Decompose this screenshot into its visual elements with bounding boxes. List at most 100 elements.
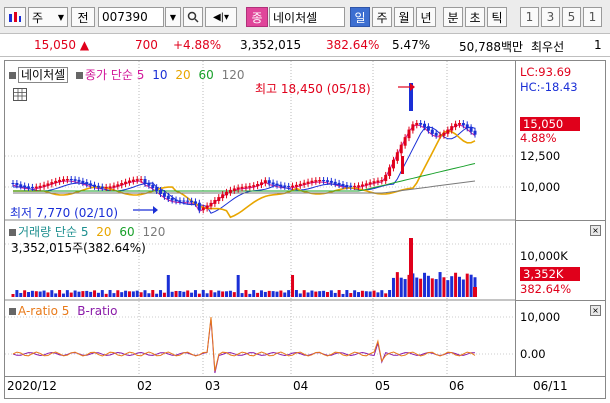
candle-body [93, 184, 97, 187]
candle-body [368, 182, 372, 185]
legend-square-icon [76, 72, 83, 79]
close-ratio-panel-icon[interactable]: × [590, 305, 601, 316]
period-second-button[interactable]: 초 [465, 7, 485, 27]
legend-ma10[interactable]: 10 [152, 68, 167, 82]
legend-volume-ma5[interactable]: 거래량 단순 5 [18, 225, 88, 239]
legend-a-ratio[interactable]: A-ratio 5 [18, 304, 69, 318]
table-icon[interactable] [13, 88, 27, 101]
legend-ma20[interactable]: 20 [175, 68, 190, 82]
candle-body [221, 194, 225, 199]
candle-body [15, 183, 19, 186]
x-label-2020-12: 2020/12 [7, 379, 57, 393]
price-change-pct: +4.88% [173, 38, 222, 52]
candle-body [27, 186, 31, 188]
legend-square-icon [9, 72, 16, 79]
volume-bar [434, 279, 438, 297]
market-mode-button[interactable]: 전 [71, 7, 95, 27]
candle-body [322, 180, 326, 182]
volume-bar [364, 291, 368, 297]
interval-1-button[interactable]: 1 [520, 7, 539, 27]
period-month-button[interactable]: 월 [394, 7, 414, 27]
volume-bar [127, 291, 131, 297]
candle-body [46, 183, 50, 186]
volume-bar [34, 291, 38, 297]
stock-name-field[interactable]: 네이처셀 [269, 7, 345, 27]
interval-3-button[interactable]: 3 [541, 7, 560, 27]
volume-bar [221, 291, 225, 297]
legend-volume-ma60[interactable]: 60 [119, 225, 134, 239]
a-ratio-line [12, 316, 476, 372]
candle-body [465, 124, 469, 129]
volume-bar [322, 290, 326, 297]
price-legend: 네이처셀 종가 단순 5 10 20 60 120 [9, 66, 245, 83]
candle-body [384, 174, 388, 182]
volume-bar [96, 292, 100, 297]
interval-5-button[interactable]: 5 [562, 7, 581, 27]
interval-10-button[interactable]: 1 [583, 7, 602, 27]
candle-body [217, 197, 221, 202]
period-minute-button[interactable]: 분 [443, 7, 463, 27]
hc-label: HC:-18.43 [520, 80, 578, 94]
volume-bar [120, 292, 124, 297]
candle-body [120, 183, 124, 186]
legend-square-icon [9, 229, 16, 236]
volume-bar [450, 276, 454, 297]
candle-body [108, 186, 112, 188]
candle-body [124, 181, 128, 185]
volume-bar [457, 276, 461, 297]
chart-type-icon[interactable] [4, 7, 26, 27]
volume-bar [166, 275, 170, 297]
volume-bar [182, 291, 186, 297]
volume-bar [139, 292, 143, 297]
code-dropdown-chevron-icon[interactable]: ▼ [165, 7, 181, 27]
candle-body [85, 182, 89, 185]
chevron-down-icon: ▼ [57, 12, 64, 22]
candle-body [360, 184, 364, 187]
legend-ma60[interactable]: 60 [198, 68, 213, 82]
volume-bar [116, 290, 120, 297]
legend-volume-ma20[interactable]: 20 [96, 225, 111, 239]
candle-body [411, 124, 415, 131]
volume-bar [263, 291, 267, 297]
volume-bar [259, 290, 263, 297]
volume-bar [337, 290, 341, 297]
volume-bar [213, 292, 217, 297]
current-price-tag: 15,050 [520, 117, 580, 131]
candle-body [65, 179, 69, 181]
search-icon[interactable] [183, 7, 203, 27]
volume-bar [186, 290, 190, 297]
volume-bar [155, 293, 159, 297]
candle-body [96, 185, 100, 188]
stock-code-input[interactable]: 007390 [98, 7, 164, 27]
volume-bar [446, 280, 450, 297]
candle-body [205, 205, 209, 209]
period-day-button[interactable]: 일 [350, 7, 370, 27]
sound-icon[interactable]: ◀|▾ [205, 7, 237, 27]
volume-bar [325, 291, 329, 297]
legend-stock-name[interactable]: 네이처셀 [18, 67, 69, 83]
candle-body [442, 132, 446, 136]
candle-body [469, 127, 473, 132]
close-volume-panel-icon[interactable]: × [590, 225, 601, 236]
legend-ma120[interactable]: 120 [222, 68, 245, 82]
candle-body [209, 202, 213, 207]
legend-ma5[interactable]: 종가 단순 5 [85, 68, 144, 82]
chart-area[interactable]: 네이처셀 종가 단순 5 10 20 60 120 최고 18,450 (05/… [4, 60, 516, 377]
period-tick-button[interactable]: 틱 [487, 7, 507, 27]
market-select[interactable]: 주 ▼ [28, 7, 68, 27]
candle-body [23, 185, 27, 188]
volume-bar [135, 290, 139, 297]
candle-body [426, 126, 430, 131]
volume-value-text: 3,352,015주(382.64%) [11, 241, 146, 255]
period-year-button[interactable]: 년 [416, 7, 436, 27]
legend-b-ratio[interactable]: B-ratio [77, 304, 117, 318]
candle-body [314, 180, 318, 182]
legend-volume-ma120[interactable]: 120 [143, 225, 166, 239]
y-label-10000: 10,000 [520, 180, 561, 194]
price-change: 700 [135, 38, 158, 52]
candle-body [298, 183, 302, 186]
candle-body [376, 180, 380, 183]
candle-body [61, 179, 65, 181]
candle-body [473, 130, 477, 135]
period-week-button[interactable]: 주 [372, 7, 392, 27]
